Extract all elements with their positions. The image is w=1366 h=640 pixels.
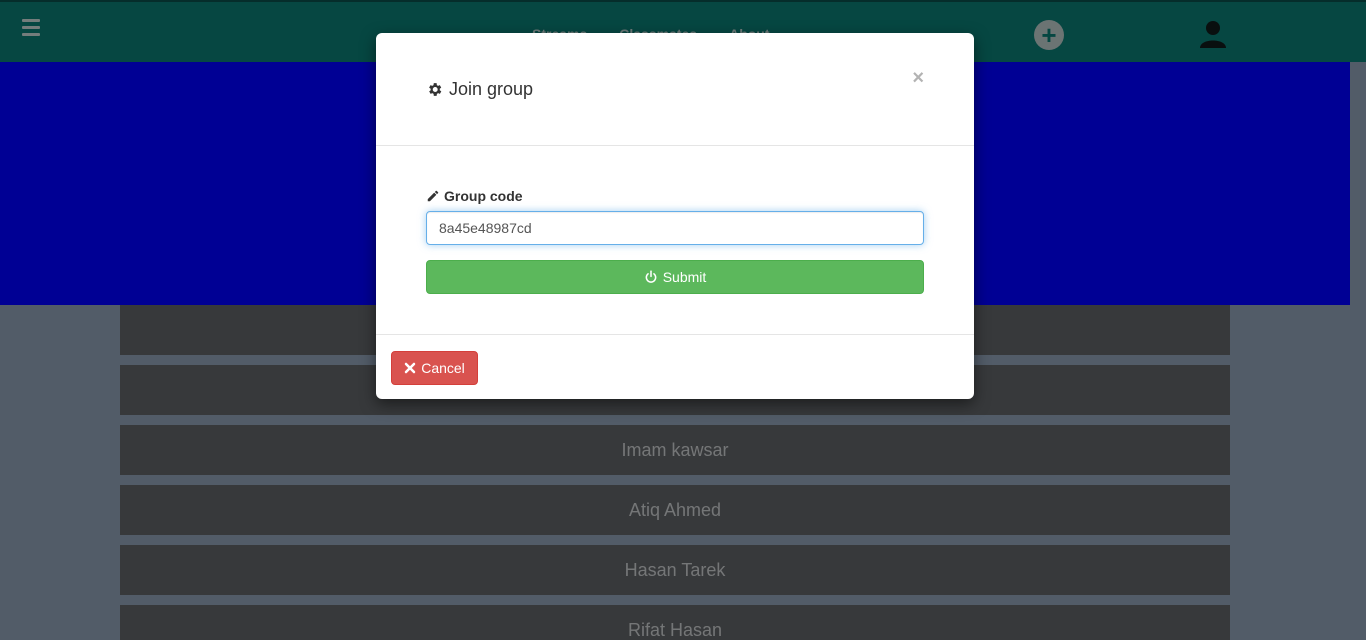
modal-header: Join group × bbox=[376, 33, 974, 146]
group-code-input[interactable] bbox=[426, 211, 924, 245]
modal-footer: Cancel bbox=[376, 335, 974, 399]
modal-body: Group code Submit bbox=[376, 146, 974, 335]
cancel-button[interactable]: Cancel bbox=[391, 351, 478, 385]
cancel-label: Cancel bbox=[421, 360, 465, 376]
join-group-modal: Join group × Group code Submit bbox=[376, 33, 974, 399]
page: Streams Classmates About + Imam kawsar A… bbox=[0, 0, 1366, 640]
times-icon bbox=[404, 362, 416, 374]
power-icon bbox=[645, 270, 657, 283]
gear-icon bbox=[429, 83, 442, 96]
group-code-label-text: Group code bbox=[444, 188, 523, 204]
close-icon[interactable]: × bbox=[912, 67, 924, 90]
submit-label: Submit bbox=[662, 269, 707, 285]
modal-title: Join group bbox=[426, 79, 533, 100]
modal-title-text: Join group bbox=[449, 79, 534, 99]
group-code-label: Group code bbox=[426, 188, 523, 204]
pencil-icon bbox=[427, 190, 439, 202]
submit-button[interactable]: Submit bbox=[426, 260, 924, 294]
